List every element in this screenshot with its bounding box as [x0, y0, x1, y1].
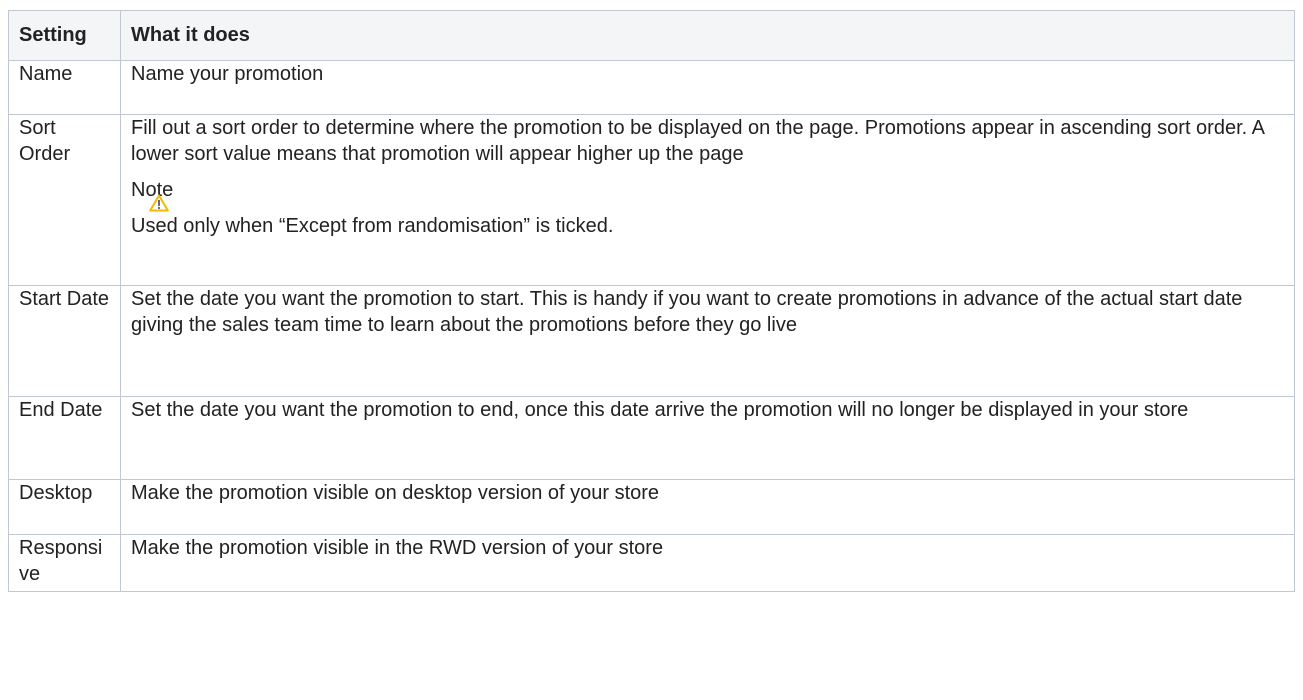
- setting-description-cell: Fill out a sort order to determine where…: [120, 114, 1295, 286]
- setting-name: Name: [8, 60, 121, 115]
- column-header-setting: Setting: [8, 10, 121, 61]
- setting-name-text: Start Date: [19, 288, 110, 310]
- setting-description: Name your promotion: [120, 60, 1295, 115]
- setting-description: Fill out a sort order to determine where…: [131, 117, 1264, 165]
- setting-description: Set the date you want the promotion to s…: [120, 285, 1295, 397]
- setting-name-text: Sort Order: [19, 117, 71, 165]
- setting-name: Responsive: [8, 534, 121, 592]
- settings-table: Setting What it does Name Name your prom…: [8, 10, 1295, 592]
- warning-icon: [149, 194, 169, 212]
- setting-name: Desktop: [8, 479, 121, 535]
- table-row: End Date Set the date you want the promo…: [8, 396, 1295, 480]
- column-header-what-it-does: What it does: [120, 10, 1295, 61]
- table-row: Responsive Make the promotion visible in…: [8, 534, 1295, 592]
- table-header-row: Setting What it does: [8, 10, 1295, 61]
- setting-name-text: End Date: [19, 399, 103, 421]
- note-text: Used only when “Except from randomisatio…: [131, 215, 614, 237]
- setting-description: Set the date you want the promotion to e…: [120, 396, 1295, 480]
- table-row: Name Name your promotion: [8, 60, 1295, 115]
- setting-name: Start Date: [8, 285, 121, 397]
- note-title: Note: [131, 179, 174, 201]
- note-panel: Note Used only when “Except from randomi…: [131, 177, 1284, 239]
- setting-name: Sort Order: [8, 114, 121, 286]
- setting-description: Make the promotion visible on desktop ve…: [120, 479, 1295, 535]
- table-row: Sort Order Fill out a sort order to dete…: [8, 114, 1295, 286]
- table-row: Desktop Make the promotion visible on de…: [8, 479, 1295, 535]
- setting-name: End Date: [8, 396, 121, 480]
- table-row: Start Date Set the date you want the pro…: [8, 285, 1295, 397]
- setting-description: Make the promotion visible in the RWD ve…: [120, 534, 1295, 592]
